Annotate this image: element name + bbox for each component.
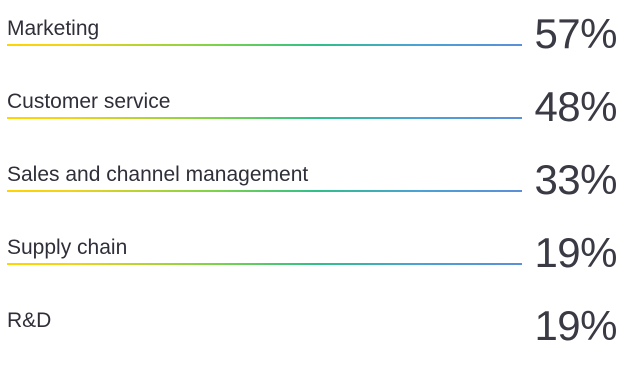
category-label: R&D <box>7 309 52 332</box>
list-row-supply-chain: Supply chain 19% <box>0 223 620 296</box>
category-label: Marketing <box>7 17 100 40</box>
category-label: Supply chain <box>7 236 128 259</box>
list-row-marketing: Marketing 57% <box>0 4 620 77</box>
gradient-rule <box>7 117 522 119</box>
category-label: Sales and channel management <box>7 163 309 186</box>
list-row-sales: Sales and channel management 33% <box>0 150 620 223</box>
percentage-list: Marketing 57% Customer service 48% Sales… <box>0 0 620 365</box>
gradient-rule <box>7 190 522 192</box>
list-row-customer-service: Customer service 48% <box>0 77 620 150</box>
value-label: 19% <box>534 302 617 349</box>
value-label: 57% <box>534 10 617 57</box>
value-label: 19% <box>534 229 617 276</box>
gradient-rule <box>7 44 522 46</box>
gradient-rule <box>7 263 522 265</box>
value-label: 33% <box>534 156 617 203</box>
value-label: 48% <box>534 83 617 130</box>
list-row-rnd: R&D 19% <box>0 296 620 369</box>
category-label: Customer service <box>7 90 171 113</box>
